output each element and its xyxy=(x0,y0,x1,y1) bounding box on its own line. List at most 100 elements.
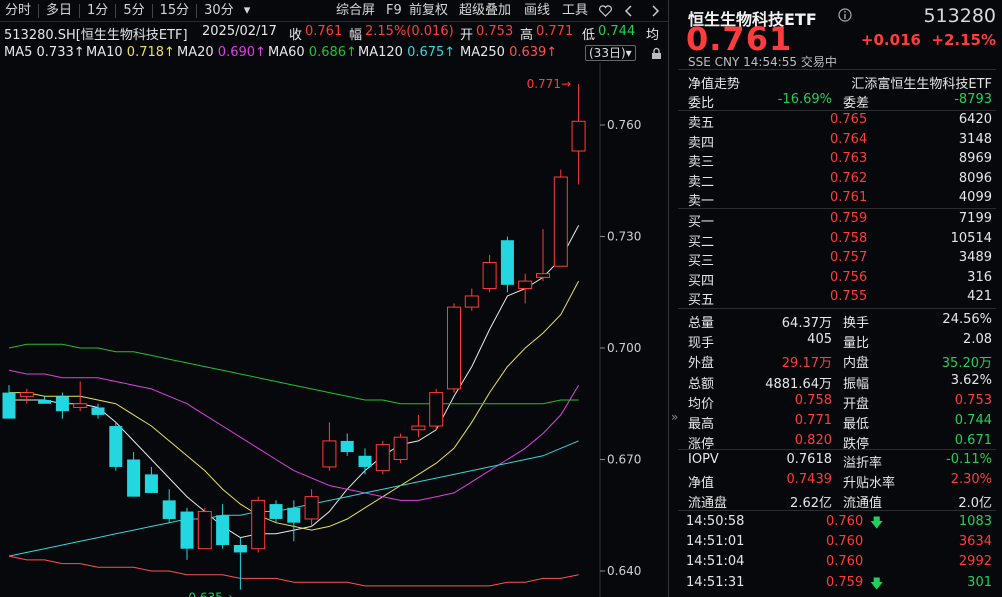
stat-value: 3.62% xyxy=(950,372,992,388)
y-tick-label: 0.730 xyxy=(607,230,641,244)
stat-row: 总额 4881.64万 振幅 3.62% xyxy=(670,371,1002,392)
candle-body xyxy=(287,507,301,523)
stat-label: 总额 xyxy=(688,376,715,392)
weicha-label: 委差 xyxy=(843,96,870,111)
tick-row: 14:51:04 0.760 2992 xyxy=(670,552,1002,572)
ma5-label: MA5 0.733↑ xyxy=(4,45,85,60)
buy-level-row: 买五 0.755 421 xyxy=(670,287,1002,308)
forward-adjust-button[interactable]: 前复权 xyxy=(409,0,448,22)
candle-body xyxy=(2,392,16,419)
toolbar-divider xyxy=(38,3,40,18)
nav-left-icon[interactable] xyxy=(624,5,634,17)
amplitude-value: 2.15%(0.016) xyxy=(365,24,454,39)
amplitude-label: 幅 xyxy=(349,28,363,43)
price-change: +0.016 +2.15% xyxy=(860,31,996,49)
weibi-value: -16.69% xyxy=(777,92,832,107)
candle-body xyxy=(411,425,426,431)
level-price: 0.763 xyxy=(830,151,868,167)
low-label: 低 xyxy=(582,28,596,43)
ma-legend: MA5 0.733↑ MA10 0.718↑ MA20 0.690↑ MA60 … xyxy=(0,43,668,63)
weibi-row: 委比 -16.69% 委差 -8793 xyxy=(670,90,1002,111)
ma-line-ma60 xyxy=(8,343,579,405)
panel-divider xyxy=(668,0,669,597)
tick-time: 14:51:01 xyxy=(686,534,745,550)
y-tick-label: 0.700 xyxy=(607,341,641,355)
days-range-button[interactable]: (33日)▾ xyxy=(585,45,636,61)
tab-15min[interactable]: 15分 xyxy=(155,0,195,22)
fund-label: 升贴水率 xyxy=(843,476,896,492)
stat-label: 最高 xyxy=(688,417,715,432)
tick-price: 0.760 xyxy=(826,534,864,550)
level-volume: 6420 xyxy=(958,112,992,127)
level-label: 买二 xyxy=(688,234,715,250)
tick-price: 0.759 xyxy=(826,574,864,590)
stat-value: 0.671 xyxy=(954,433,992,449)
tab-intraday[interactable]: 分时 xyxy=(0,0,36,22)
open-value: 0.753 xyxy=(476,24,514,39)
candle-info-line: 513280.SH[恒生生物科技ETF] 2025/02/17 收 0.761 … xyxy=(0,22,668,43)
level-label: 卖五 xyxy=(688,116,715,131)
kline-chart[interactable]: 0.760 0.730 0.700 0.670 0.640 0.771→ 0.635→ xyxy=(0,63,668,597)
period-dropdown-icon[interactable]: ▾ xyxy=(239,0,256,22)
fund-value: 2.30% xyxy=(950,472,992,488)
stat-value: 0.753 xyxy=(954,392,992,408)
stat-label: 换手 xyxy=(843,316,870,331)
f9-button[interactable]: F9 xyxy=(386,0,402,22)
level-price: 0.758 xyxy=(830,230,868,246)
tick-volume: 1083 xyxy=(958,514,992,529)
candle-body xyxy=(429,392,444,427)
ma120-label: MA120 0.675↑ xyxy=(358,45,456,60)
fund-row: IOPV 0.7618 溢折率 -0.11% xyxy=(670,450,1002,471)
sell-level-row: 卖一 0.761 4099 xyxy=(670,188,1002,210)
tab-30min[interactable]: 30分 xyxy=(199,0,239,22)
candle-body xyxy=(73,403,88,408)
level-price: 0.759 xyxy=(830,211,868,226)
ma10-label: MA10 0.718↑ xyxy=(86,45,175,60)
tick-row-cut xyxy=(670,590,1002,597)
candle-body xyxy=(109,426,123,467)
buy-level-row: 买一 0.759 7199 xyxy=(670,209,1002,230)
candle-body xyxy=(340,440,354,453)
security-code: 513280 xyxy=(923,5,996,27)
toolbar-divider xyxy=(115,3,117,18)
level-volume: 7199 xyxy=(958,211,992,226)
high-label: 高 xyxy=(520,28,534,43)
quote-panel: 恒生生物科技ETF 513280 0.761 +0.016 +2.15% SSE… xyxy=(670,0,1002,597)
stat-label: 最低 xyxy=(843,417,870,432)
candle-body xyxy=(393,436,408,461)
tab-multi-day[interactable]: 多日 xyxy=(41,0,77,22)
avg-label: 均 xyxy=(646,28,660,43)
stat-value: 2.08 xyxy=(963,332,992,348)
stat-value: 64.37万 xyxy=(781,316,832,331)
lock-icon[interactable] xyxy=(650,47,663,60)
level-volume: 3489 xyxy=(958,250,992,266)
y-tick-label: 0.760 xyxy=(607,118,641,132)
stat-label: 现手 xyxy=(688,336,715,352)
candle-body xyxy=(55,396,69,412)
tick-time: 14:51:31 xyxy=(686,574,745,590)
nav-right-icon[interactable] xyxy=(650,5,660,17)
tab-5min[interactable]: 5分 xyxy=(118,0,149,22)
tools-button[interactable]: 工具 xyxy=(562,0,588,22)
security-name: 513280.SH[恒生生物科技ETF] xyxy=(4,28,188,43)
candle-body xyxy=(144,474,158,493)
composite-screen-button[interactable]: 综合屏 xyxy=(336,0,375,22)
draw-line-button[interactable]: 画线 xyxy=(524,0,550,22)
candle-body xyxy=(19,392,34,397)
fund-label: IOPV xyxy=(688,452,719,467)
info-icon[interactable] xyxy=(838,8,852,22)
level-volume: 4099 xyxy=(958,190,992,206)
tab-1min[interactable]: 1分 xyxy=(82,0,113,22)
stat-label: 内盘 xyxy=(843,356,870,372)
fund-label: 流通盘 xyxy=(688,496,728,512)
fund-label: 净值 xyxy=(688,476,715,492)
heart-icon[interactable] xyxy=(599,5,612,17)
super-overlay-button[interactable]: 超级叠加 xyxy=(459,0,511,22)
level-label: 卖一 xyxy=(688,194,715,210)
nav-row[interactable]: 净值走势 汇添富恒生生物科技ETF xyxy=(670,71,1002,92)
stat-row: 现手 405 量比 2.08 xyxy=(670,330,1002,352)
stat-value: 405 xyxy=(807,332,832,348)
buy-level-row: 买二 0.758 10514 xyxy=(670,229,1002,250)
stat-label: 总量 xyxy=(688,316,715,331)
candle-body xyxy=(571,120,586,152)
